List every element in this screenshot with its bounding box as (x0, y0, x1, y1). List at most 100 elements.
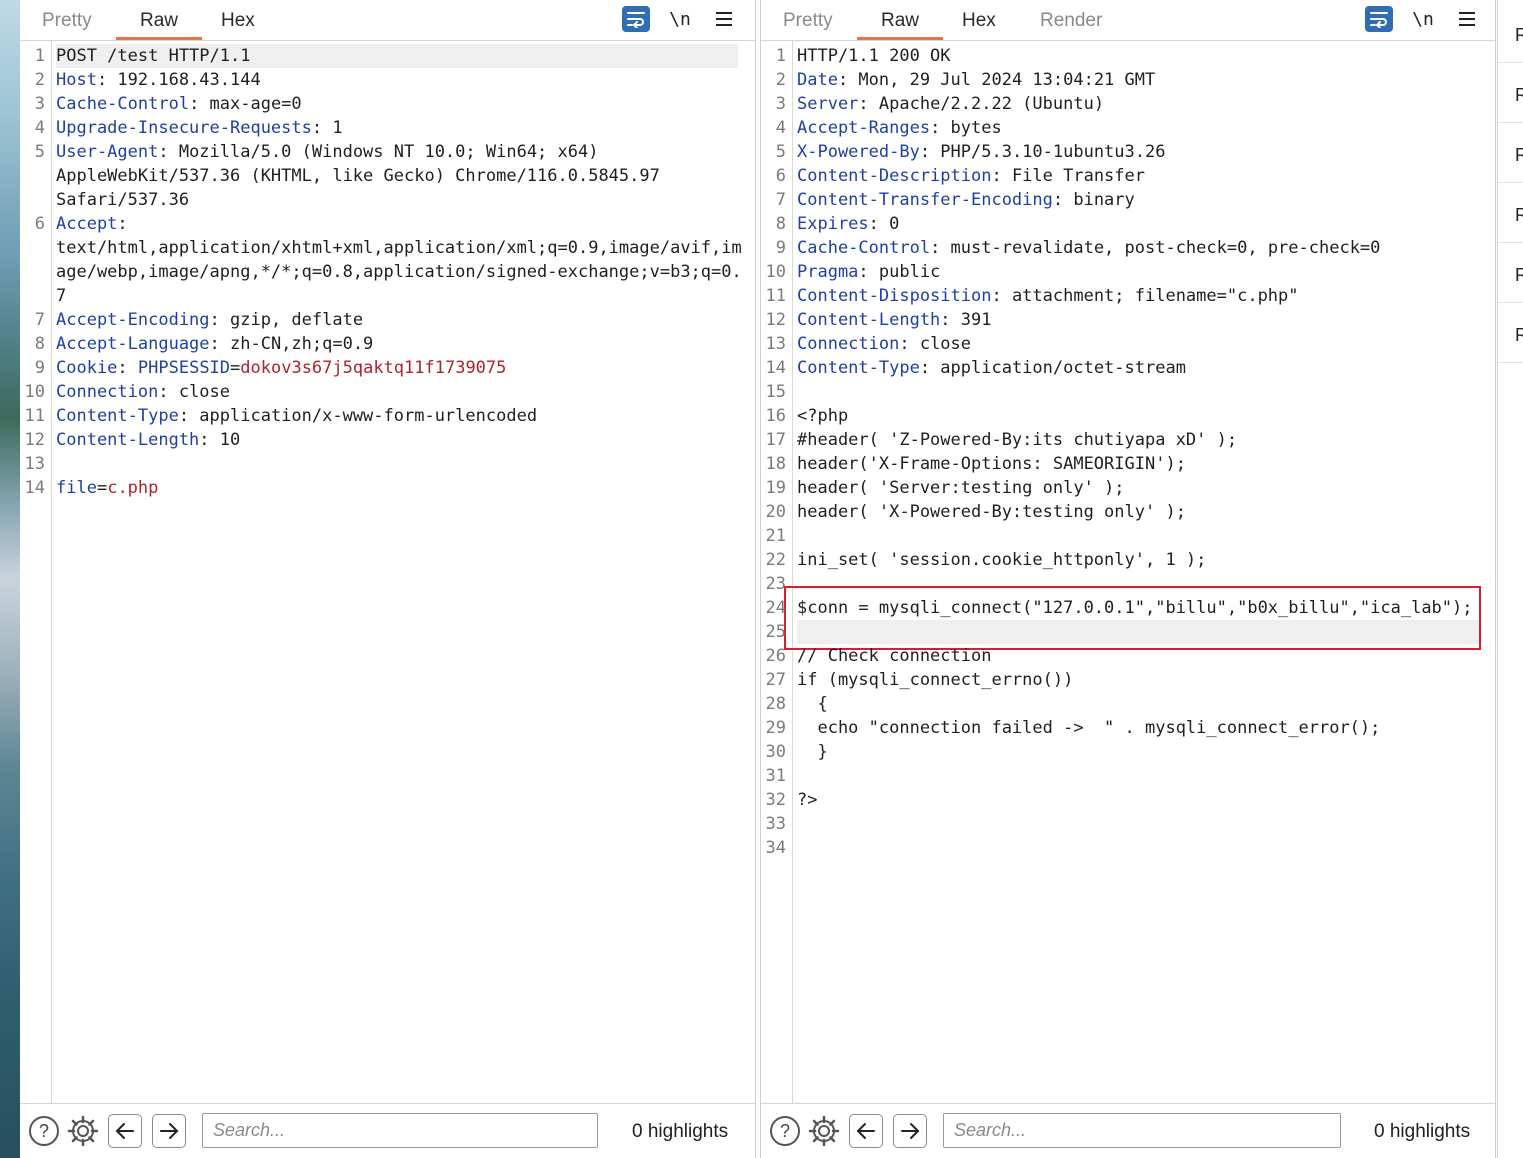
header-key: Connection (56, 382, 159, 402)
side-strip-item[interactable]: R (1498, 303, 1523, 363)
line-number: 10 (765, 262, 786, 282)
line-number-gutter (792, 41, 793, 1103)
code-text: HTTP/1.1 200 OK (797, 46, 951, 66)
wrap-lines-icon (627, 12, 645, 28)
request-prev-button[interactable] (108, 1114, 142, 1148)
code-text: : must-revalidate, post-check=0, pre-che… (930, 238, 1381, 258)
response-settings-button[interactable] (807, 1114, 841, 1148)
arrow-left-icon (115, 1123, 134, 1139)
code-line: <?php (797, 404, 848, 428)
line-number: 6 (34, 214, 45, 234)
code-line: Accept-Encoding: gzip, deflate (56, 308, 363, 332)
code-text: $conn = mysqli_connect("127.0.0.1","bill… (797, 598, 1473, 618)
line-number: 26 (765, 646, 786, 666)
header-key: Cookie (56, 358, 118, 378)
response-tabbar: Pretty Raw Hex Render \n (761, 0, 1495, 41)
response-wrap-button[interactable] (1365, 6, 1393, 32)
line-number: 8 (34, 334, 45, 354)
arrow-right-icon (160, 1123, 179, 1139)
code-text: : max-age=0 (189, 94, 302, 114)
code-line: Accept-Ranges: bytes (797, 116, 1002, 140)
response-search-input[interactable] (943, 1113, 1341, 1148)
code-line: age/webp,image/apng,*/*;q=0.8,applicatio… (56, 260, 742, 284)
wrap-lines-icon (1370, 12, 1388, 28)
line-number: 25 (765, 622, 786, 642)
header-key: X-Powered-By (797, 142, 920, 162)
code-text: <?php (797, 406, 849, 426)
code-line: Accept-Language: zh-CN,zh;q=0.9 (56, 332, 373, 356)
code-text: echo "connection failed -> " . mysqli_co… (797, 718, 1381, 738)
code-text: : binary (1052, 190, 1135, 210)
side-strip-item[interactable]: R (1498, 183, 1523, 243)
line-number: 20 (765, 502, 786, 522)
line-number: 27 (765, 670, 786, 690)
request-settings-button[interactable] (66, 1114, 100, 1148)
line-number: 23 (765, 574, 786, 594)
response-tab-raw[interactable]: Raw (856, 8, 944, 40)
code-line: Connection: close (797, 332, 971, 356)
line-number: 1 (775, 46, 786, 66)
request-menu-button[interactable] (710, 6, 738, 32)
response-tab-render[interactable]: Render (1040, 8, 1102, 40)
request-editor[interactable]: 1 POST /test HTTP/1.1 2 Host: 192.168.43.14… (20, 41, 755, 1103)
response-tab-hex[interactable]: Hex (962, 8, 996, 40)
response-next-button[interactable] (893, 1114, 927, 1148)
request-newline-button[interactable]: \n (666, 6, 694, 32)
header-key: Content-Length (797, 310, 941, 330)
response-highlights-count: 0 highlights (1374, 1121, 1471, 1142)
request-help-button[interactable]: ? (29, 1116, 59, 1146)
line-number: 18 (765, 454, 786, 474)
side-strip-item[interactable]: R (1498, 3, 1523, 63)
response-tab-pretty[interactable]: Pretty (783, 8, 833, 40)
code-line: echo "connection failed -> " . mysqli_co… (797, 716, 1380, 740)
side-strip-item[interactable]: R (1498, 63, 1523, 123)
code-text: ini_set( 'session.cookie_httponly', 1 ); (797, 550, 1207, 570)
code-text: // Check connection (797, 646, 992, 666)
code-text: : Mon, 29 Jul 2024 13:04:21 GMT (837, 70, 1156, 90)
line-number: 7 (775, 190, 786, 210)
side-strip-item[interactable]: R (1498, 243, 1523, 303)
inspector-side-strip: RRRRRR (1497, 0, 1523, 1158)
gear-icon (67, 1115, 99, 1147)
header-key: Expires (797, 214, 869, 234)
header-key: Content-Type (56, 406, 179, 426)
response-editor[interactable]: 1 HTTP/1.1 200 OK 2 Date: Mon, 29 Jul 2024 … (761, 41, 1495, 1103)
line-number: 1 (34, 46, 45, 66)
request-search-input[interactable] (202, 1113, 598, 1148)
line-number: 13 (765, 334, 786, 354)
code-text: : Apache/2.2.22 (Ubuntu) (858, 94, 1105, 114)
code-text: header( 'Server:testing only' ); (797, 478, 1125, 498)
header-key: Host (56, 70, 97, 90)
request-tab-pretty[interactable]: Pretty (42, 8, 92, 40)
header-key: User-Agent (56, 142, 159, 162)
line-number: 15 (765, 382, 786, 402)
code-text: age/webp,image/apng,*/*;q=0.8,applicatio… (56, 262, 742, 282)
code-text: 7 (56, 286, 67, 306)
code-line: Expires: 0 (797, 212, 899, 236)
code-text: : 10 (199, 430, 241, 450)
line-number: 30 (765, 742, 786, 762)
code-line: AppleWebKit/537.36 (KHTML, like Gecko) C… (56, 164, 660, 188)
response-help-button[interactable]: ? (770, 1116, 800, 1146)
request-tab-raw[interactable]: Raw (115, 8, 203, 40)
response-newline-button[interactable]: \n (1409, 6, 1437, 32)
header-key: file (56, 478, 97, 498)
response-menu-button[interactable] (1453, 6, 1481, 32)
help-icon: ? (38, 1120, 49, 1141)
line-number: 24 (765, 598, 786, 618)
request-next-button[interactable] (152, 1114, 186, 1148)
line-number: 11 (24, 406, 45, 426)
line-number: 10 (24, 382, 45, 402)
line-number: 11 (765, 286, 786, 306)
request-wrap-button[interactable] (622, 6, 650, 32)
header-key: Cache-Control (797, 238, 931, 258)
request-tab-hex[interactable]: Hex (221, 8, 255, 40)
line-number: 12 (24, 430, 45, 450)
newline-icon: \n (1412, 8, 1434, 30)
response-prev-button[interactable] (849, 1114, 883, 1148)
line-number: 4 (34, 118, 45, 138)
side-strip-item[interactable]: R (1498, 123, 1523, 183)
header-key: Content-Description (797, 166, 992, 186)
gear-icon (808, 1115, 840, 1147)
hamburger-menu-icon (716, 12, 732, 26)
